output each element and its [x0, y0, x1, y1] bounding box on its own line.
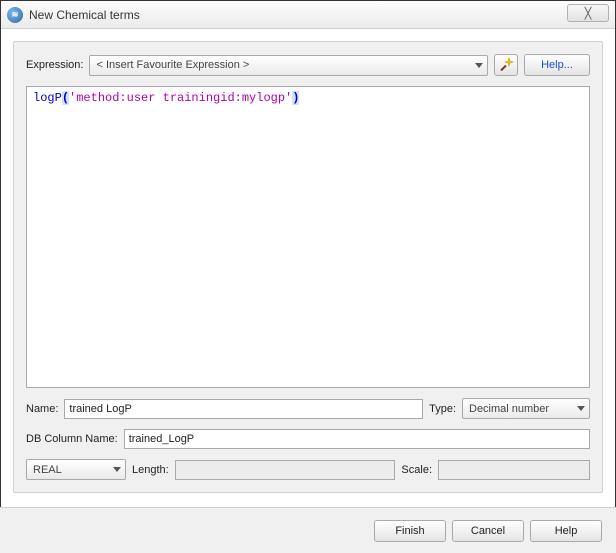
finish-button-label: Finish: [395, 525, 424, 537]
expression-row: Expression: < Insert Favourite Expressio…: [26, 54, 590, 76]
close-icon: ╳: [585, 7, 592, 20]
expression-combo-value: < Insert Favourite Expression >: [96, 59, 249, 71]
length-label: Length:: [132, 464, 169, 476]
help-button-bottom-label: Help: [555, 525, 578, 537]
code-string: 'method:user trainingid:mylogp': [69, 91, 292, 105]
main-panel: Expression: < Insert Favourite Expressio…: [13, 41, 603, 493]
dbcol-input[interactable]: [124, 429, 590, 449]
name-label: Name:: [26, 403, 58, 415]
wand-icon: [498, 57, 514, 73]
cancel-button[interactable]: Cancel: [452, 520, 524, 542]
favourite-wand-button[interactable]: [494, 54, 518, 76]
type-combo[interactable]: Decimal number: [462, 398, 590, 419]
help-button-bottom[interactable]: Help: [530, 520, 602, 542]
finish-button[interactable]: Finish: [374, 520, 446, 542]
expression-combo[interactable]: < Insert Favourite Expression >: [89, 55, 488, 76]
name-input[interactable]: [64, 399, 423, 419]
length-input: [175, 460, 396, 480]
code-open-paren: (: [62, 91, 69, 105]
title-bar: ≋ New Chemical terms ╳: [1, 1, 615, 29]
app-icon: ≋: [7, 7, 23, 23]
scale-label: Scale:: [401, 464, 432, 476]
datatype-row: REAL Length: Scale:: [26, 459, 590, 480]
help-button-top[interactable]: Help...: [524, 54, 590, 76]
type-combo-value: Decimal number: [469, 403, 549, 415]
cancel-button-label: Cancel: [471, 525, 505, 537]
window-title: New Chemical terms: [29, 8, 140, 22]
datatype-combo[interactable]: REAL: [26, 459, 126, 480]
type-label: Type:: [429, 403, 456, 415]
chevron-down-icon: [113, 467, 121, 472]
datatype-combo-value: REAL: [33, 464, 62, 476]
dialog-footer: Finish Cancel Help: [0, 507, 616, 553]
scale-input: [438, 460, 590, 480]
name-type-row: Name: Type: Decimal number: [26, 398, 590, 419]
chevron-down-icon: [475, 63, 483, 68]
close-button[interactable]: ╳: [567, 4, 609, 22]
chevron-down-icon: [577, 406, 585, 411]
help-button-top-label: Help...: [541, 59, 573, 71]
expression-editor[interactable]: logP('method:user trainingid:mylogp'): [26, 86, 590, 388]
dbcol-label: DB Column Name:: [26, 433, 118, 445]
code-func: logP: [33, 91, 62, 105]
dbcol-row: DB Column Name:: [26, 429, 590, 449]
code-close-paren: ): [292, 91, 299, 105]
expression-label: Expression:: [26, 59, 83, 71]
